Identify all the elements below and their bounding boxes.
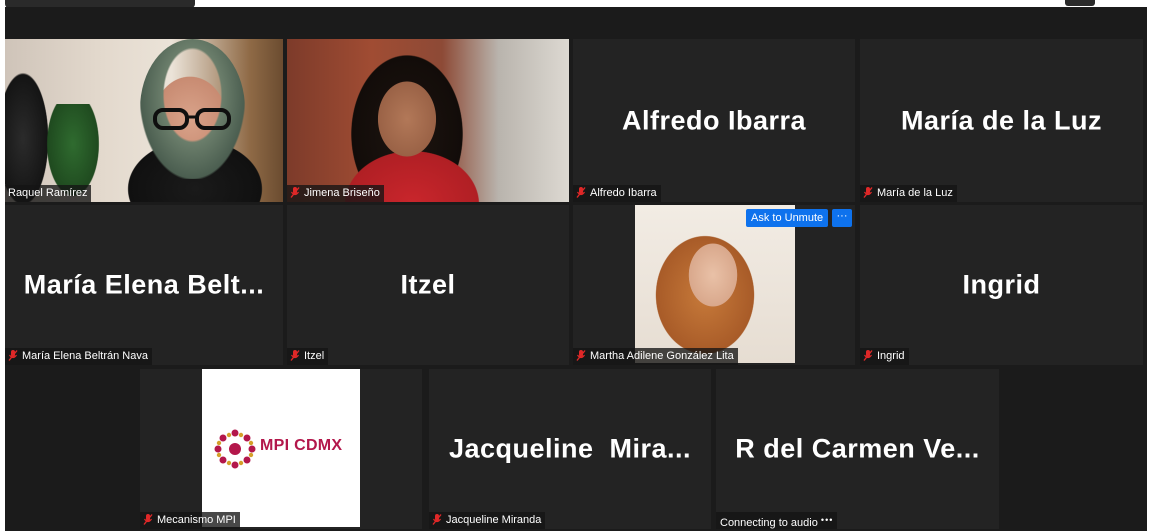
microphone-muted-icon: [863, 350, 873, 361]
microphone-muted-icon: [290, 350, 300, 361]
microphone-muted-icon: [576, 350, 586, 361]
participant-name-label: María Elena Beltrán Nava: [22, 350, 148, 362]
participant-display-name: Jacqueline Mira...: [448, 433, 692, 464]
participant-name-label: María de la Luz: [877, 187, 953, 199]
participant-display-name: Itzel: [400, 269, 456, 300]
ask-to-unmute-button[interactable]: Ask to Unmute: [746, 209, 829, 227]
participant-display-name: María Elena Belt...: [23, 269, 265, 300]
participant-video: [5, 39, 283, 202]
view-toggle[interactable]: [1065, 0, 1095, 6]
gallery-view: Raquel Ramírez Jimena Briseño Alfredo Ib…: [5, 7, 1147, 531]
microphone-muted-icon: [8, 350, 18, 361]
mpi-cdmx-logo-card: MPI CDMX: [202, 369, 360, 527]
microphone-muted-icon: [143, 514, 153, 525]
mpi-logo-text: MPI CDMX: [260, 437, 343, 454]
participant-tile-maria-elena[interactable]: María Elena Belt... María Elena Beltrán …: [5, 205, 283, 365]
microphone-muted-icon: [863, 187, 873, 198]
participant-name-label: Jacqueline Miranda: [446, 514, 542, 526]
participant-tile-martha[interactable]: Ask to Unmute ··· Martha Adilene Gonzále…: [573, 205, 855, 365]
loading-dots-icon: •••: [820, 515, 834, 525]
participant-tile-jimena[interactable]: Jimena Briseño: [287, 39, 569, 202]
participant-name-tag: Itzel: [287, 348, 329, 365]
participant-name-tag: María Elena Beltrán Nava: [5, 348, 152, 365]
participant-tile-maria-luz[interactable]: María de la Luz María de la Luz: [860, 39, 1143, 202]
participant-tile-raquel[interactable]: Raquel Ramírez: [5, 39, 283, 202]
microphone-muted-icon: [576, 187, 586, 198]
mpi-cdmx-logo: [214, 429, 256, 469]
participant-name-label: Jimena Briseño: [304, 187, 380, 199]
participant-tile-ingrid[interactable]: Ingrid Ingrid: [860, 205, 1143, 365]
participant-name-tag: María de la Luz: [860, 185, 957, 202]
participant-display-name: Ingrid: [962, 269, 1041, 300]
participant-name-tag: Mecanismo MPI: [140, 512, 240, 529]
participant-video: [287, 39, 569, 202]
connecting-audio-status: Connecting to audio •••: [716, 512, 838, 529]
participant-tile-alfredo[interactable]: Alfredo Ibarra Alfredo Ibarra: [573, 39, 855, 202]
participant-name-label: Mecanismo MPI: [157, 514, 236, 526]
more-options-button[interactable]: ···: [832, 209, 852, 227]
participant-name-label: Ingrid: [877, 350, 905, 362]
microphone-muted-icon: [432, 514, 442, 525]
participant-name-label: Raquel Ramírez: [8, 187, 88, 199]
participant-name-tag: Raquel Ramírez: [5, 185, 92, 202]
participant-tile-jacqueline[interactable]: Jacqueline Mira... Jacqueline Miranda: [429, 369, 711, 529]
participant-name-tag: Jimena Briseño: [287, 185, 384, 202]
participant-video: [635, 205, 795, 363]
participant-display-name: Alfredo Ibarra: [621, 105, 807, 135]
participant-name-label: Alfredo Ibarra: [590, 187, 657, 199]
participant-tile-carmen[interactable]: R del Carmen Ve... Connecting to audio •…: [716, 369, 999, 529]
participant-display-name: María de la Luz: [900, 105, 1103, 135]
microphone-muted-icon: [290, 187, 300, 198]
status-label: Connecting to audio: [720, 517, 818, 529]
participant-name-tag: Ingrid: [860, 348, 909, 365]
participant-tile-mecanismo[interactable]: MPI CDMX Mecanismo MPI: [140, 369, 422, 529]
participant-name-label: Martha Adilene González Lita: [590, 350, 734, 362]
participant-name-tag: Martha Adilene González Lita: [573, 348, 738, 365]
participant-tile-itzel[interactable]: Itzel Itzel: [287, 205, 569, 365]
participant-name-label: Itzel: [304, 350, 325, 362]
glasses-image: [153, 108, 231, 130]
participant-display-name: R del Carmen Ve...: [735, 433, 980, 464]
participant-name-tag: Jacqueline Miranda: [429, 512, 546, 529]
participant-name-tag: Alfredo Ibarra: [573, 185, 661, 202]
